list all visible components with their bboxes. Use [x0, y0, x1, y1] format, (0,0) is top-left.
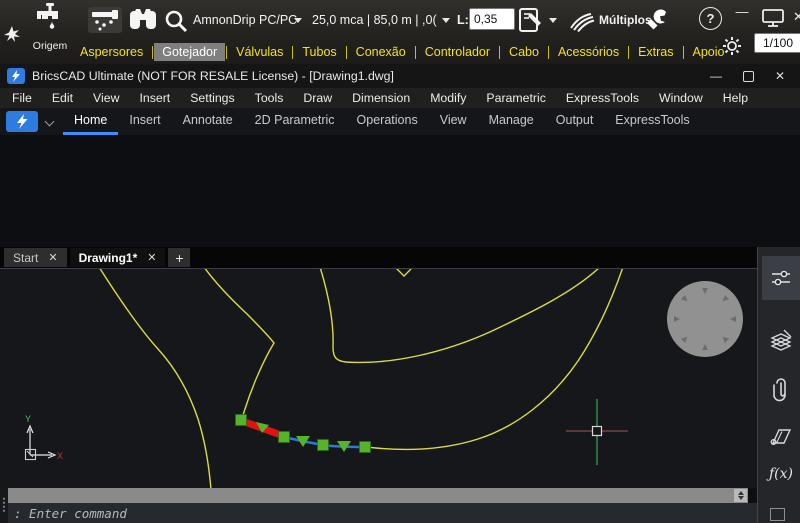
l-value-input[interactable]	[469, 8, 515, 30]
flow-readout[interactable]: 25,0 mca | 85,0 m | ,0(	[312, 13, 437, 27]
menu-file[interactable]: File	[2, 91, 42, 105]
render-sheet-icon	[768, 424, 794, 448]
command-bar-grip[interactable]: ••••	[0, 487, 8, 523]
ribbon-tab-annotate[interactable]: Annotate	[172, 108, 244, 135]
menu-draw[interactable]: Draw	[293, 91, 342, 105]
faucet-origem-icon[interactable]	[32, 2, 66, 38]
ucs-x-label: X	[57, 451, 63, 461]
window-title: BricsCAD Ultimate (NOT FOR RESALE Licens…	[32, 69, 394, 83]
notebook-caret-icon[interactable]	[549, 18, 557, 23]
menu-expresstools[interactable]: ExpressTools	[556, 91, 649, 105]
bricscad-window: Origem AmnonDrip PC/PC 25,0 mca | 85,0 m…	[0, 0, 800, 523]
ribbon-tab-2d-parametric[interactable]: 2D Parametric	[244, 108, 346, 135]
multiplos-icon[interactable]	[567, 10, 595, 32]
fx-label: ƒ(x)	[769, 466, 793, 482]
plugin-tab-aspersores[interactable]: Aspersores	[72, 43, 151, 61]
plugin-tab-cabo[interactable]: Cabo	[501, 43, 547, 61]
properties-panel-button[interactable]	[762, 256, 800, 300]
notebook-pencil-icon[interactable]	[516, 6, 544, 34]
ribbon-tab-home[interactable]: Home	[63, 108, 118, 135]
ucs-icon: Y X	[25, 414, 63, 461]
ribbon-tab-insert[interactable]: Insert	[118, 108, 171, 135]
ucs-y-label: Y	[25, 414, 31, 424]
menu-settings[interactable]: Settings	[180, 91, 244, 105]
plugin-tab-extras[interactable]: Extras	[630, 43, 681, 61]
command-history-scroll-spinner[interactable]	[734, 489, 747, 502]
partial-panel-icon[interactable]	[770, 508, 785, 521]
menu-view[interactable]: View	[83, 91, 129, 105]
menu-insert[interactable]: Insert	[129, 91, 180, 105]
menu-dimension[interactable]: Dimension	[342, 91, 420, 105]
doc-tab-start[interactable]: Start ✕	[4, 248, 67, 267]
ribbon-tab-row: Home Insert Annotate 2D Parametric Opera…	[0, 108, 800, 135]
doc-tab-drawing1-close-icon[interactable]: ✕	[147, 251, 156, 264]
gear-icon[interactable]	[722, 36, 742, 56]
plugin-tab-tubos[interactable]: Tubos	[294, 43, 344, 61]
field-boundary-lines[interactable]	[99, 269, 623, 488]
ribbon-tab-view[interactable]: View	[429, 108, 478, 135]
plugin-minimize-icon[interactable]: —	[733, 4, 751, 24]
ribbon-body: •••• Line Polyline Circle Arc	[0, 135, 800, 247]
ribbon-tab-operations[interactable]: Operations	[346, 108, 429, 135]
window-restore-button[interactable]	[732, 64, 764, 88]
ribbon-tab-expresstools[interactable]: ExpressTools	[604, 108, 700, 135]
titlebar: BricsCAD Ultimate (NOT FOR RESALE Licens…	[0, 64, 800, 88]
binoculars-icon[interactable]	[128, 8, 158, 32]
ribbon-tab-output[interactable]: Output	[545, 108, 605, 135]
doc-tab-drawing1[interactable]: Drawing1* ✕	[70, 248, 166, 267]
menubar: File Edit View Insert Settings Tools Dra…	[0, 88, 800, 108]
plugin-tab-controlador[interactable]: Controlador	[417, 43, 498, 61]
layers-panel-icon	[769, 328, 793, 352]
device-selector[interactable]: AmnonDrip PC/PC	[193, 13, 297, 27]
plugin-close-icon[interactable]: ✕	[793, 9, 800, 25]
plugin-toolbar: Origem AmnonDrip PC/PC 25,0 mca | 85,0 m…	[0, 0, 800, 64]
flow-caret-icon[interactable]	[442, 18, 450, 23]
plugin-tab-gotejador[interactable]: Gotejador	[154, 43, 225, 61]
document-tab-bar: Start ✕ Drawing1* ✕ +	[0, 247, 761, 268]
menu-window[interactable]: Window	[649, 91, 713, 105]
expressions-panel-button[interactable]: ƒ(x)	[762, 452, 800, 496]
plugin-tab-conexao[interactable]: Conexão	[348, 43, 414, 61]
help-icon[interactable]: ?	[699, 7, 722, 30]
plugin-tab-strip: Aspersores Gotejador Válvulas Tubos Cone…	[72, 42, 733, 62]
command-history-bar[interactable]	[8, 488, 748, 503]
crosshair-cursor	[566, 399, 628, 465]
scroll-down-icon[interactable]	[738, 496, 744, 500]
command-input-row[interactable]: : Enter command	[8, 503, 757, 523]
dripper-icon[interactable]	[88, 7, 122, 33]
menu-help[interactable]: Help	[713, 91, 758, 105]
doc-tab-start-close-icon[interactable]: ✕	[48, 251, 57, 264]
menu-modify[interactable]: Modify	[420, 91, 476, 105]
wrench-icon[interactable]	[642, 7, 668, 33]
menu-tools[interactable]: Tools	[245, 91, 294, 105]
l-label: L:	[457, 13, 469, 27]
bricscad-logo	[7, 68, 25, 84]
scroll-up-icon[interactable]	[738, 491, 744, 495]
origem-label: Origem	[24, 40, 76, 52]
menu-edit[interactable]: Edit	[42, 91, 83, 105]
attachments-panel-button[interactable]	[762, 368, 800, 412]
navigation-ball[interactable]	[667, 281, 743, 357]
search-tool-icon[interactable]	[163, 9, 189, 33]
monitor-icon[interactable]	[761, 8, 785, 28]
scale-input[interactable]	[754, 33, 800, 53]
paperclip-icon	[770, 377, 792, 403]
ribbon-tab-manage[interactable]: Manage	[478, 108, 545, 135]
window-minimize-button[interactable]: —	[700, 64, 732, 88]
window-close-button[interactable]: ✕	[764, 64, 796, 88]
app-button[interactable]	[6, 111, 38, 132]
spark-icon[interactable]	[3, 25, 21, 43]
app-menu-chevron-icon[interactable]	[45, 117, 55, 127]
command-prompt[interactable]: : Enter command	[14, 506, 127, 521]
drawing-canvas[interactable]: Y X	[0, 268, 757, 488]
sliders-icon	[770, 267, 792, 289]
new-document-tab-button[interactable]: +	[168, 248, 190, 267]
device-caret-icon[interactable]	[294, 18, 302, 23]
menu-parametric[interactable]: Parametric	[476, 91, 555, 105]
layers-panel-button[interactable]	[762, 318, 800, 362]
plugin-tab-valvulas[interactable]: Válvulas	[228, 43, 291, 61]
plugin-tab-acessorios[interactable]: Acessórios	[550, 43, 627, 61]
